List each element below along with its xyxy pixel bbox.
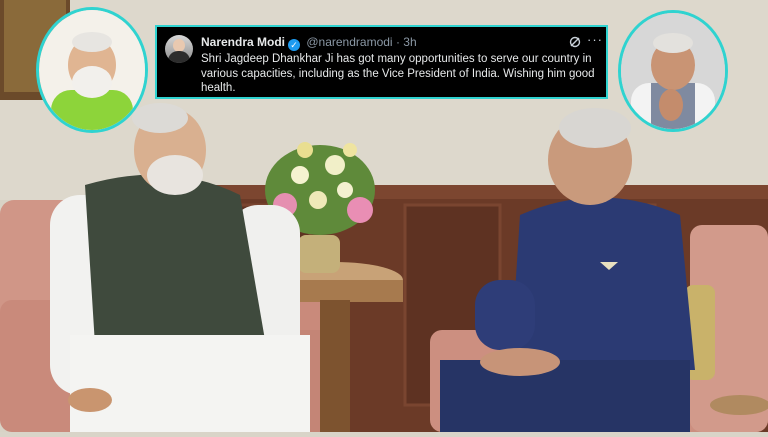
timestamp[interactable]: 3h [403,35,416,49]
avatar[interactable] [165,35,193,63]
tweet-card[interactable]: Narendra Modi ✓ @narendramodi · 3h ··· Sh… [155,25,608,99]
photo-scene: Narendra Modi ✓ @narendramodi · 3h ··· Sh… [0,0,768,432]
portrait-inset-right [618,10,728,132]
tweet-header: Narendra Modi ✓ @narendramodi · 3h [201,35,417,51]
more-options-icon[interactable]: ··· [587,32,603,47]
verified-badge-icon: ✓ [288,39,301,51]
vase [298,235,340,273]
separator: · [395,35,400,49]
author-name[interactable]: Narendra Modi [201,35,285,49]
grok-icon[interactable] [569,36,581,48]
portrait-inset-left [36,7,148,133]
tweet-text: Shri Jagdeep Dhankhar Ji has got many op… [201,53,595,94]
author-handle[interactable]: @narendramodi [306,35,392,49]
